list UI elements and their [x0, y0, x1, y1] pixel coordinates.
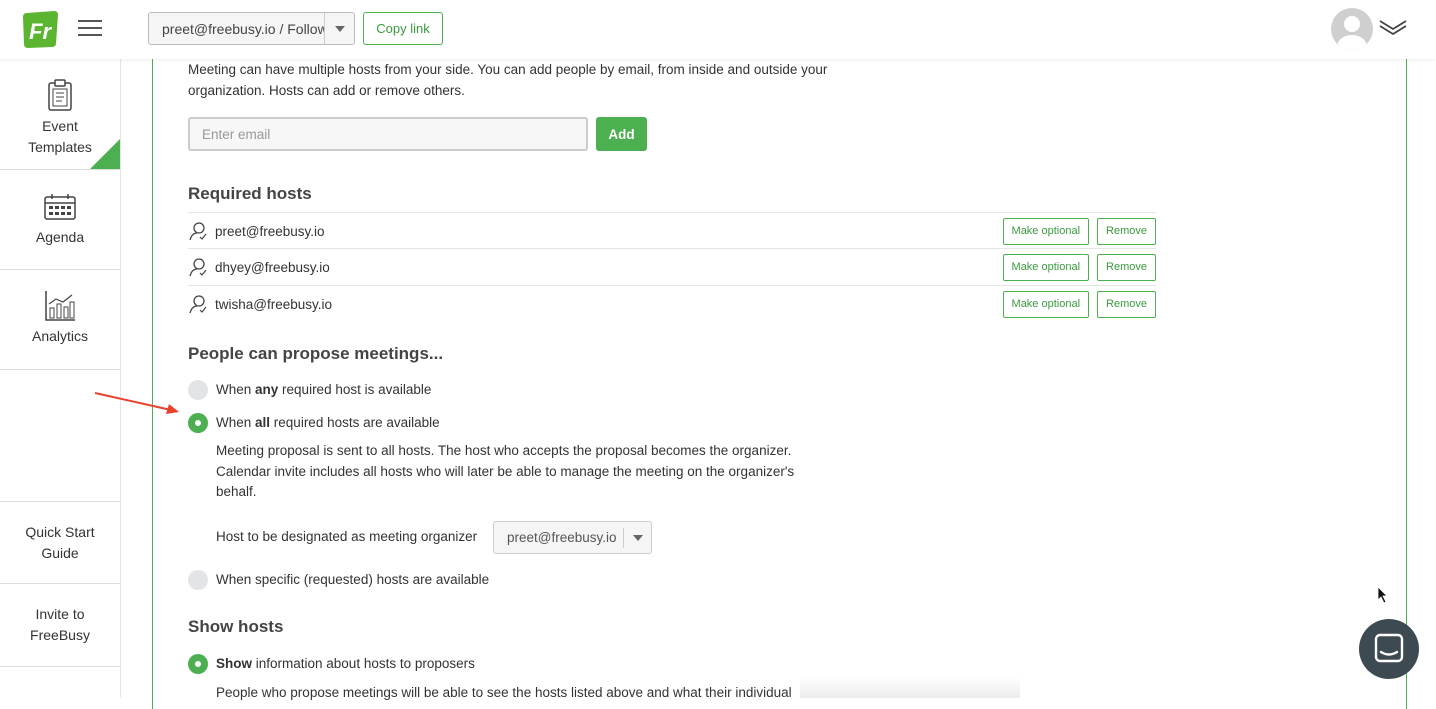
mouse-cursor-icon: [1377, 586, 1388, 604]
radio-any-host[interactable]: [188, 380, 208, 400]
double-chevron-down-icon[interactable]: [1379, 19, 1407, 35]
account-selector-value: preet@freebusy.io / Follow: [162, 20, 324, 37]
required-hosts-title: Required hosts: [188, 184, 312, 203]
radio-all-hosts[interactable]: [188, 413, 208, 433]
sidebar: Event Templates Agenda Analytics Quick S…: [0, 59, 121, 698]
clipboard-icon: [48, 79, 72, 111]
copy-link-button[interactable]: Copy link: [363, 12, 443, 45]
remove-host-button[interactable]: Remove: [1097, 253, 1156, 281]
all-hosts-description: Meeting proposal is sent to all hosts. T…: [216, 443, 795, 499]
bar-chart-icon: [45, 291, 75, 321]
sidebar-item-label: Analytics: [31, 328, 89, 344]
host-email: preet@freebusy.io: [215, 223, 325, 239]
make-optional-button[interactable]: Make optional: [1002, 253, 1090, 281]
host-email-input[interactable]: [188, 117, 588, 151]
sidebar-item-label: Guide: [41, 545, 79, 561]
user-icon: [189, 295, 207, 314]
show-hosts-description: People who propose meetings will be able…: [216, 685, 792, 700]
sidebar-item-label: Quick Start: [25, 524, 95, 540]
add-host-button[interactable]: Add: [596, 117, 647, 151]
propose-meetings-title: People can propose meetings...: [188, 344, 444, 363]
make-optional-button[interactable]: Make optional: [1002, 217, 1090, 245]
make-optional-button[interactable]: Make optional: [1002, 290, 1090, 318]
bottom-fade: [800, 676, 1020, 698]
sidebar-item-label: Event: [42, 118, 78, 134]
show-hosts-title: Show hosts: [188, 617, 284, 636]
menu-icon[interactable]: [78, 20, 102, 38]
chevron-down-icon: [623, 527, 651, 548]
radio-any-host-label[interactable]: When any required host is available: [216, 380, 431, 400]
host-row: dhyey@freebusy.io Make optional Remove: [188, 248, 1156, 285]
hosts-description: Meeting can have multiple hosts from you…: [188, 62, 828, 98]
radio-specific-hosts-label[interactable]: When specific (requested) hosts are avai…: [216, 570, 489, 590]
annotation-arrow-icon: [94, 392, 179, 414]
organizer-select-value: preet@freebusy.io: [507, 530, 617, 545]
chat-launcher-button[interactable]: [1359, 619, 1419, 679]
remove-host-button[interactable]: Remove: [1097, 217, 1156, 245]
radio-all-hosts-label[interactable]: When all required hosts are available: [216, 413, 440, 433]
radio-specific-hosts[interactable]: [188, 570, 208, 590]
sidebar-item-label: Agenda: [35, 229, 85, 245]
organizer-label: Host to be designated as meeting organiz…: [216, 529, 478, 544]
organizer-select[interactable]: preet@freebusy.io: [493, 521, 652, 554]
freebusy-logo[interactable]: Fr: [23, 11, 58, 48]
remove-host-button[interactable]: Remove: [1097, 290, 1156, 318]
user-icon: [189, 222, 207, 241]
svg-text:Fr: Fr: [29, 19, 52, 44]
sidebar-item-quick-start-guide[interactable]: Quick Start Guide: [0, 501, 120, 584]
host-email: twisha@freebusy.io: [215, 296, 333, 312]
radio-show-hosts-label[interactable]: Show information about hosts to proposer…: [216, 654, 475, 674]
chevron-down-icon: [324, 13, 354, 44]
calendar-icon: [44, 194, 76, 220]
sidebar-item-label: FreeBusy: [30, 627, 90, 643]
top-bar: Fr preet@freebusy.io / Follow Copy link: [0, 0, 1436, 59]
active-indicator: [90, 139, 120, 169]
sidebar-item-label: Invite to: [35, 606, 85, 622]
account-selector[interactable]: preet@freebusy.io / Follow: [148, 12, 355, 45]
sidebar-item-agenda[interactable]: Agenda: [0, 170, 120, 270]
host-row: preet@freebusy.io Make optional Remove: [188, 212, 1156, 249]
sidebar-item-analytics[interactable]: Analytics: [0, 270, 120, 370]
host-email: dhyey@freebusy.io: [215, 259, 330, 275]
sidebar-item-event-templates[interactable]: Event Templates: [0, 59, 120, 170]
user-icon: [189, 258, 207, 277]
host-row: twisha@freebusy.io Make optional Remove: [188, 285, 1156, 322]
chat-icon: [1374, 633, 1404, 663]
radio-show-hosts[interactable]: [188, 654, 208, 674]
avatar[interactable]: [1331, 8, 1373, 50]
sidebar-item-invite[interactable]: Invite to FreeBusy: [0, 584, 120, 667]
